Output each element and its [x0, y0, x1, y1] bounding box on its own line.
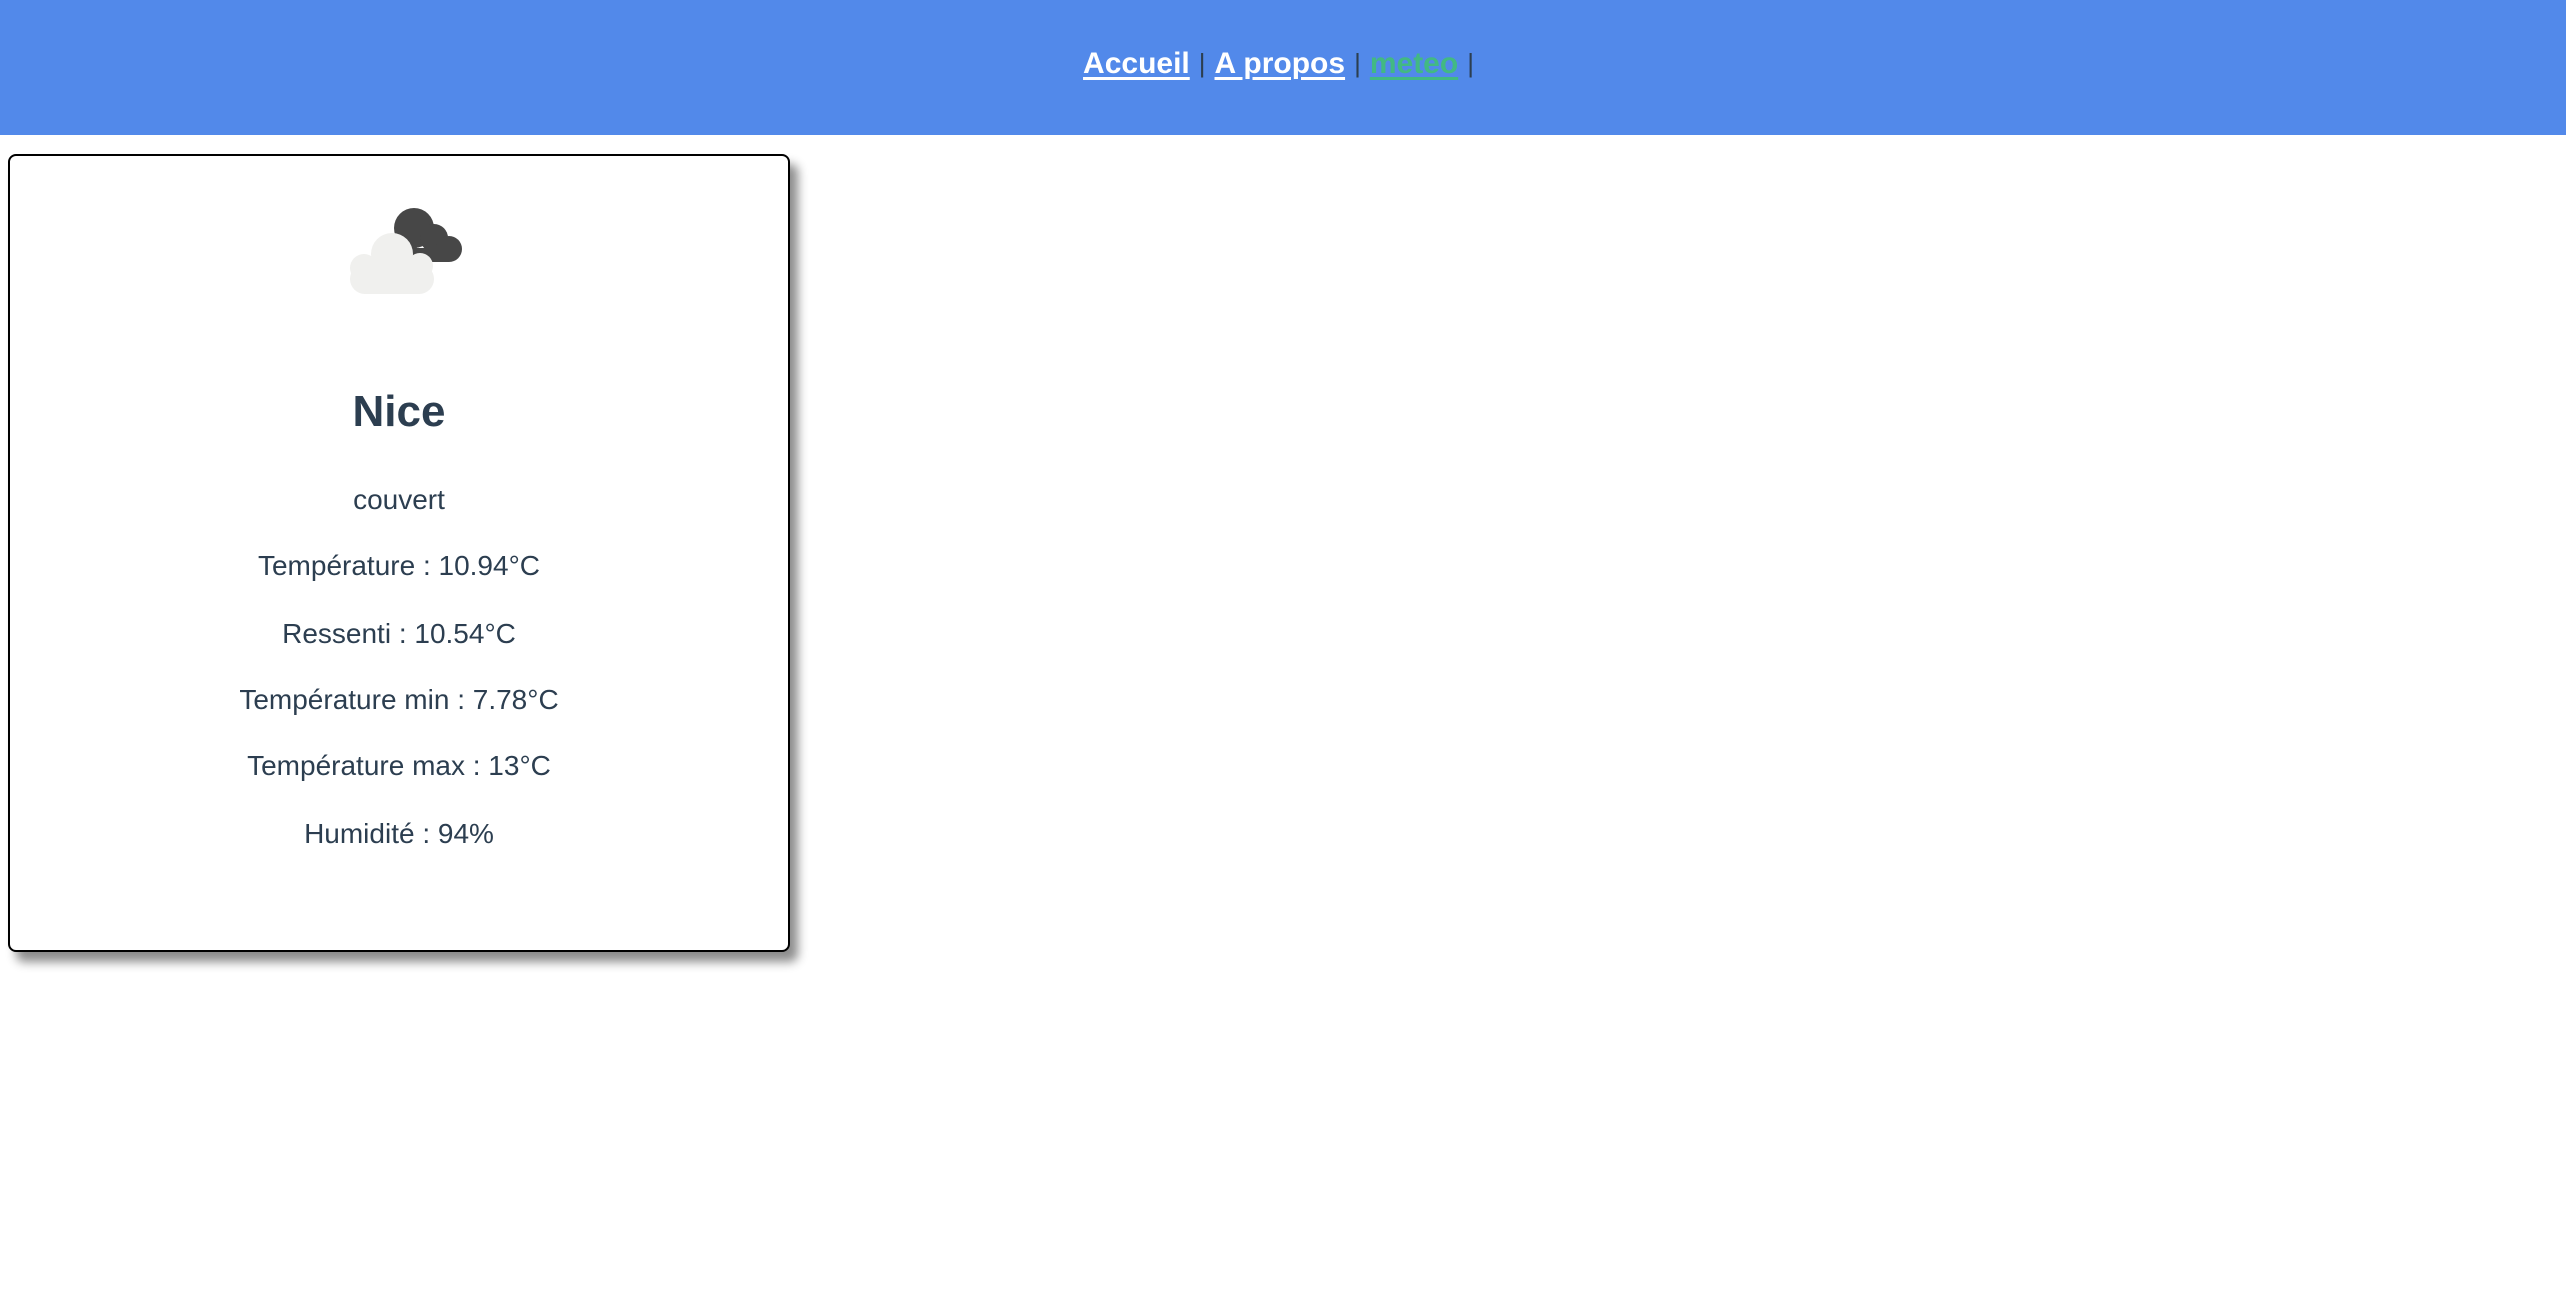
temperature-value: Température : 10.94°C	[257, 550, 540, 581]
top-navigation: Accueil | A propos | meteo |	[0, 0, 2566, 135]
temperature-min-value: Température min : 7.78°C	[239, 684, 559, 715]
weather-description: couvert	[353, 484, 445, 515]
nav-link-a-propos[interactable]: A propos	[1215, 47, 1346, 81]
nav-separator: |	[1467, 48, 1474, 78]
nav-separator: |	[1198, 48, 1206, 78]
overcast-clouds-icon	[350, 208, 462, 294]
nav-link-accueil[interactable]: Accueil	[1083, 47, 1190, 81]
humidity-value: Humidité : 94%	[304, 818, 494, 849]
nav-link-meteo[interactable]: meteo	[1370, 47, 1458, 81]
weather-card: Nice couvert Température : 10.94°C Resse…	[8, 154, 790, 952]
nav-separator: |	[1354, 48, 1361, 78]
city-name: Nice	[352, 387, 446, 436]
temperature-max-value: Température max : 13°C	[247, 750, 551, 781]
feels-like-value: Ressenti : 10.54°C	[282, 618, 516, 649]
